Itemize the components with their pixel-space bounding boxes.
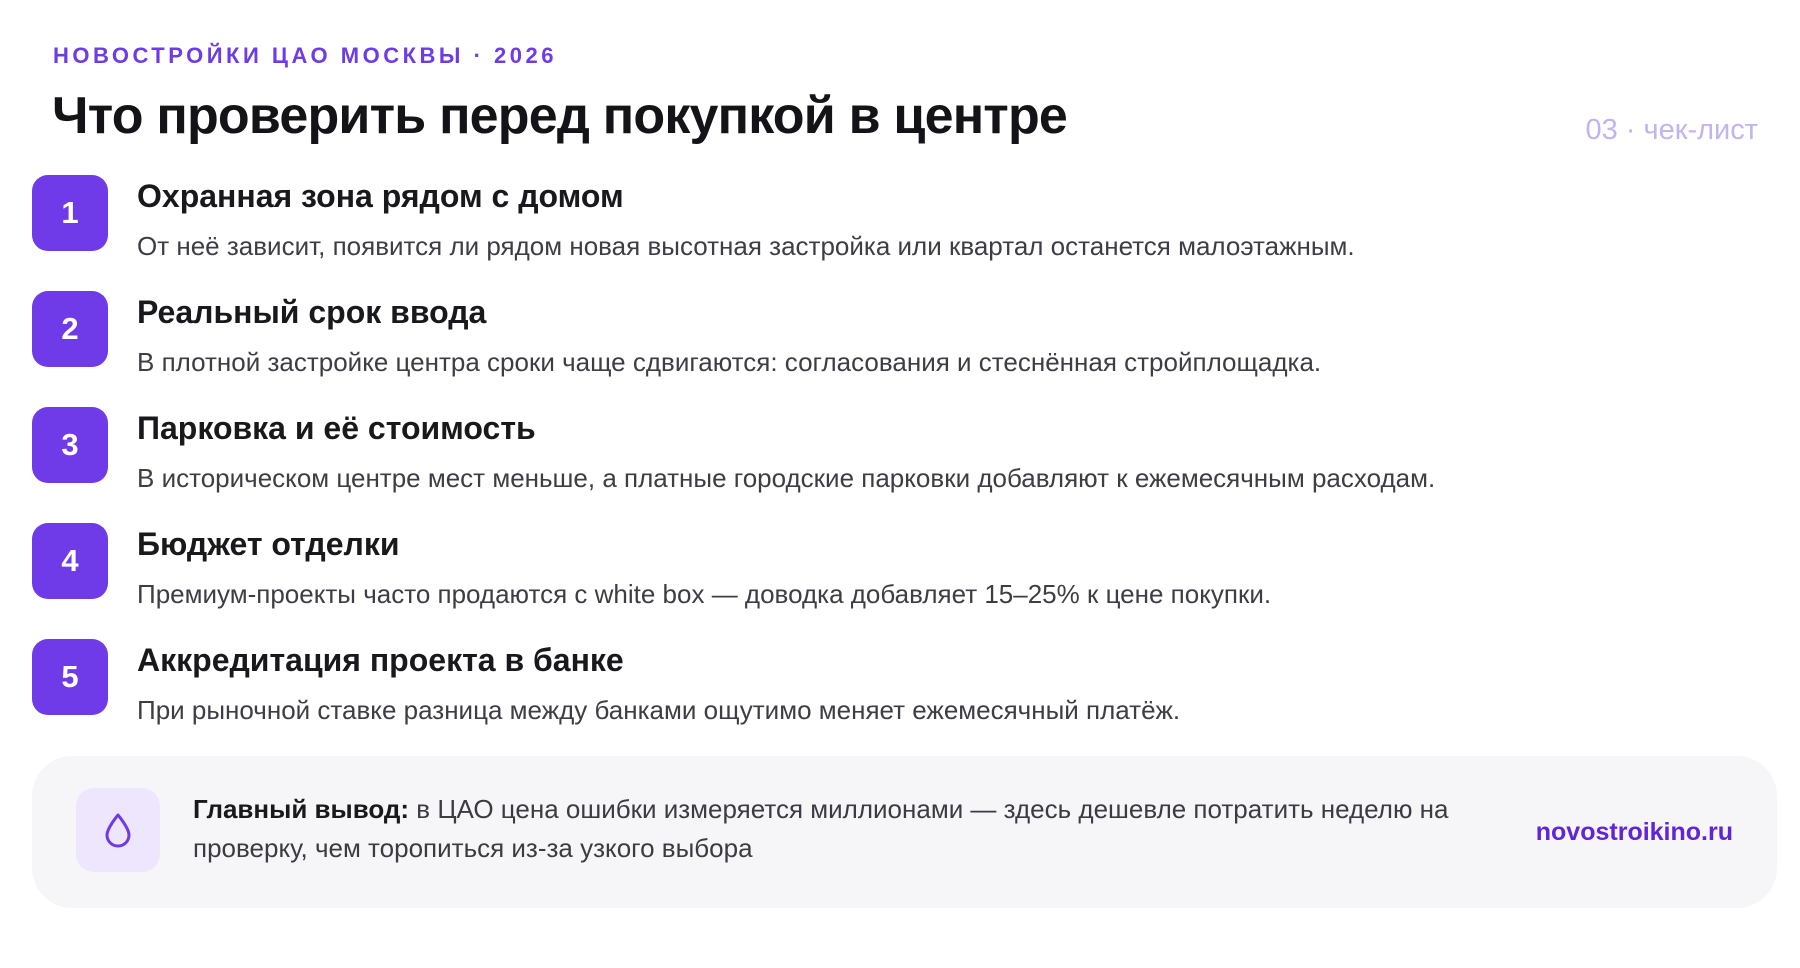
checklist-item: 5 Аккредитация проекта в банке При рыноч… (32, 639, 1752, 755)
item-title: Аккредитация проекта в банке (137, 642, 624, 678)
item-description: В историческом центре мест меньше, а пла… (137, 463, 1436, 493)
item-number-badge: 3 (32, 407, 108, 483)
item-number-badge: 1 (32, 175, 108, 251)
item-number-badge: 2 (32, 291, 108, 367)
item-description: При рыночной ставке разница между банкам… (137, 695, 1181, 725)
item-title: Реальный срок ввода (137, 294, 487, 330)
checklist-item: 3 Парковка и её стоимость В историческом… (32, 407, 1752, 523)
checklist: 1 Охранная зона рядом с домом От неё зав… (32, 175, 1752, 755)
checklist-item: 4 Бюджет отделки Премиум-проекты часто п… (32, 523, 1752, 639)
item-description: В плотной застройке центра сроки чаще сд… (137, 347, 1322, 377)
item-description: Премиум-проекты часто продаются с white … (137, 579, 1272, 609)
drop-icon (76, 788, 160, 872)
item-title: Охранная зона рядом с домом (137, 178, 624, 214)
item-description: От неё зависит, появится ли рядом новая … (137, 231, 1355, 261)
page-title: Что проверить перед покупкой в центре (52, 87, 1068, 145)
summary-card: Главный вывод: в ЦАО цена ошибки измеряе… (32, 756, 1777, 908)
item-number-badge: 5 (32, 639, 108, 715)
checklist-slide: НОВОСТРОЙКИ ЦАО МОСКВЫ · 2026 Что провер… (0, 0, 1800, 968)
item-number-badge: 4 (32, 523, 108, 599)
summary-label: Главный вывод: (193, 794, 410, 824)
slide-tag: 03 · чек-лист (1585, 114, 1758, 146)
checklist-item: 2 Реальный срок ввода В плотной застройк… (32, 291, 1752, 407)
item-title: Парковка и её стоимость (137, 410, 536, 446)
eyebrow: НОВОСТРОЙКИ ЦАО МОСКВЫ · 2026 (53, 43, 557, 68)
item-title: Бюджет отделки (137, 526, 400, 562)
summary-text: Главный вывод: в ЦАО цена ошибки измеряе… (193, 790, 1553, 868)
drop-icon-glyph (105, 813, 131, 848)
site-link[interactable]: novostroikino.ru (1536, 756, 1733, 908)
checklist-item: 1 Охранная зона рядом с домом От неё зав… (32, 175, 1752, 291)
